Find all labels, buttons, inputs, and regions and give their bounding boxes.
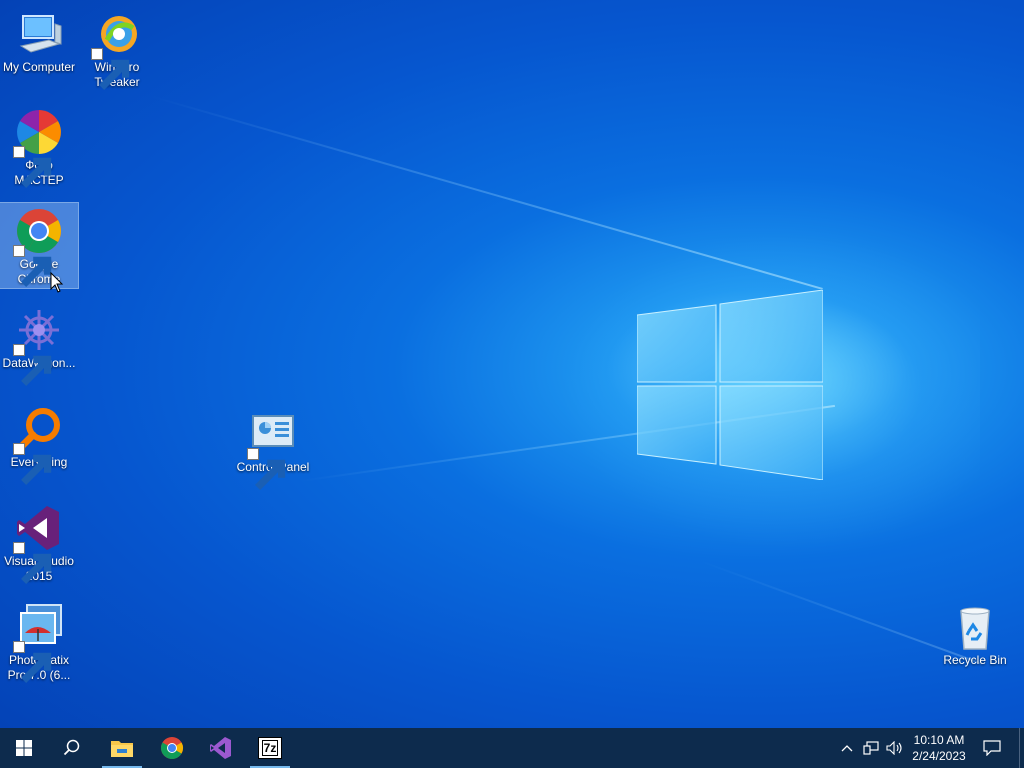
notification-icon (983, 740, 1001, 756)
shortcut-arrow-icon (13, 542, 52, 584)
desktop-icon-winaero-tweaker[interactable]: Winaero Tweaker (78, 6, 156, 90)
desktop-icon-google-chrome[interactable]: Google Chrome (0, 202, 79, 289)
visual-studio-icon (13, 504, 63, 584)
start-button[interactable] (0, 728, 48, 768)
shortcut-arrow-icon (13, 245, 52, 287)
volume-icon (886, 741, 902, 755)
taskbar-visual-studio[interactable] (197, 728, 245, 768)
7zip-icon: 7z (258, 737, 282, 759)
search-icon (63, 739, 80, 756)
taskbar: 7z 10:10 AM 2/24/2023 (0, 728, 1024, 768)
shortcut-arrow-icon (91, 48, 130, 90)
desktop-icon-control-panel[interactable]: Control Panel (234, 406, 312, 490)
datawagon-icon (13, 306, 63, 386)
taskbar-clock[interactable]: 10:10 AM 2/24/2023 (905, 732, 973, 764)
chrome-icon (13, 207, 63, 287)
desktop-icon-visual-studio[interactable]: Visual Studio 2015 (0, 500, 78, 584)
photomatix-icon (13, 603, 63, 683)
chevron-up-icon (841, 745, 853, 752)
taskbar-file-explorer[interactable] (98, 728, 146, 768)
foto-master-icon (13, 108, 63, 188)
mouse-cursor-icon (50, 272, 64, 293)
wallpaper (0, 0, 1024, 728)
desktop-icon-everything[interactable]: Everything (0, 401, 78, 485)
control-panel-icon (247, 410, 297, 490)
network-button[interactable] (860, 728, 882, 768)
visual-studio-icon (210, 737, 231, 759)
desktop-icon-label: Recycle Bin (943, 653, 1007, 667)
shortcut-arrow-icon (13, 641, 52, 683)
action-center-button[interactable] (979, 728, 1005, 768)
show-hidden-icons-button[interactable] (836, 728, 858, 768)
desktop-icon-my-computer[interactable]: My Computer (0, 6, 78, 75)
desktop-icon-label: My Computer (2, 60, 76, 74)
windows-start-icon (16, 740, 32, 756)
clock-date: 2/24/2023 (912, 749, 966, 763)
network-icon (863, 741, 879, 755)
search-button[interactable] (48, 728, 96, 768)
winaero-tweaker-icon (91, 10, 141, 90)
shortcut-arrow-icon (13, 344, 52, 386)
desktop-icon-recycle-bin[interactable]: Recycle Bin (936, 599, 1014, 668)
chrome-icon (161, 737, 183, 759)
desktop-icon-photomatix[interactable]: Photomatix Pro 7.0 (6... (0, 599, 78, 683)
taskbar-chrome[interactable] (148, 728, 196, 768)
everything-search-icon (13, 405, 63, 485)
volume-button[interactable] (884, 728, 906, 768)
recycle-bin-icon (951, 603, 999, 651)
show-desktop-button[interactable] (1019, 728, 1024, 768)
clock-time: 10:10 AM (913, 733, 965, 747)
windows-logo (637, 290, 823, 480)
desktop-icon-datawagon[interactable]: DataWagon... (0, 302, 78, 386)
computer-icon (15, 10, 63, 58)
shortcut-arrow-icon (247, 448, 286, 490)
shortcut-arrow-icon (13, 443, 52, 485)
shortcut-arrow-icon (13, 146, 52, 188)
desktop-icon-foto-master[interactable]: Фото МАСТЕР (0, 104, 78, 188)
taskbar-7zip[interactable]: 7z (246, 728, 294, 768)
file-explorer-icon (111, 741, 133, 757)
